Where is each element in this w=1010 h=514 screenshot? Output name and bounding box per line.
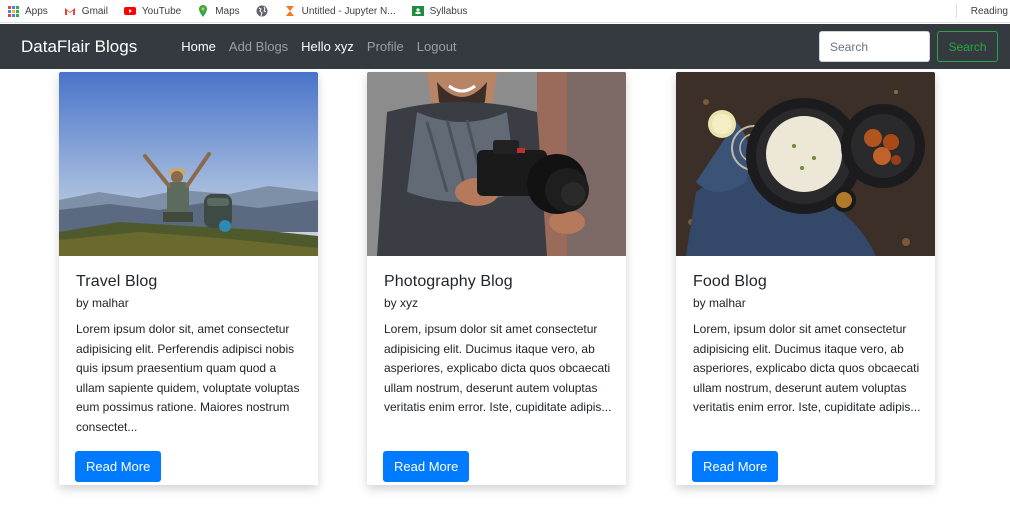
card-text: Lorem ipsum dolor sit, amet consectetur … [76, 322, 300, 434]
card-body: Food Blog by malhar Lorem, ipsum dolor s… [693, 273, 923, 418]
nav-links: Home Add Blogs Hello xyz Profile Logout [181, 39, 456, 54]
search-button[interactable]: Search [937, 31, 998, 62]
card-author: by xyz [384, 296, 419, 310]
bookmark-gmail[interactable]: Gmail [56, 5, 116, 17]
card-body: Travel Blog by malhar Lorem ipsum dolor … [76, 273, 306, 438]
bookmark-globe[interactable] [248, 5, 276, 17]
bookmark-label: Gmail [81, 5, 108, 17]
jupyter-icon [285, 6, 294, 16]
read-more-button[interactable]: Read More [383, 451, 470, 482]
bookmark-label: Maps [215, 5, 240, 17]
nav-link-hello-user[interactable]: Hello xyz [301, 39, 354, 54]
card-author: by malhar [76, 296, 129, 310]
youtube-icon [123, 7, 136, 15]
photographer-with-camera-image [367, 72, 626, 256]
navbar: DataFlair Blogs Home Add Blogs Hello xyz… [0, 24, 1010, 69]
nav-link-add-blogs[interactable]: Add Blogs [229, 39, 288, 54]
reading-list-label: Reading [970, 5, 1008, 17]
search-input[interactable] [819, 31, 930, 62]
bookmark-jupyter[interactable]: Untitled - Jupyter N... [276, 5, 404, 17]
hiker-on-mountain-image [59, 72, 318, 256]
bookmark-syllabus[interactable]: Syllabus [404, 5, 476, 17]
apps-grid-icon [8, 5, 19, 17]
bookmark-maps[interactable]: Maps [189, 5, 247, 17]
nav-link-home[interactable]: Home [181, 39, 216, 54]
blog-card-food: Food Blog by malhar Lorem, ipsum dolor s… [676, 72, 935, 485]
read-more-button[interactable]: Read More [75, 451, 162, 482]
bookmark-label: YouTube [141, 5, 182, 17]
bookmark-apps[interactable]: Apps [0, 5, 56, 17]
card-body: Photography Blog by xyz Lorem, ipsum dol… [384, 273, 614, 418]
nav-link-profile[interactable]: Profile [367, 39, 404, 54]
maps-icon [199, 5, 208, 17]
bookmark-label: Syllabus [429, 5, 468, 17]
brand-logo[interactable]: DataFlair Blogs [21, 37, 137, 57]
rice-and-curry-plates-image [676, 72, 935, 256]
bookmark-label: Untitled - Jupyter N... [301, 5, 396, 17]
card-title[interactable]: Photography Blog [384, 273, 614, 291]
gmail-icon [64, 8, 75, 15]
bookmark-youtube[interactable]: YouTube [116, 5, 189, 17]
nav-link-logout[interactable]: Logout [417, 39, 457, 54]
blog-cards: Travel Blog by malhar Lorem ipsum dolor … [0, 72, 1010, 514]
card-title[interactable]: Travel Blog [76, 273, 306, 291]
card-text: Lorem, ipsum dolor sit amet consectetur … [384, 322, 612, 415]
card-title[interactable]: Food Blog [693, 273, 923, 291]
blog-card-photography: Photography Blog by xyz Lorem, ipsum dol… [367, 72, 626, 485]
card-author: by malhar [693, 296, 746, 310]
globe-icon [256, 5, 268, 17]
card-text: Lorem, ipsum dolor sit amet consectetur … [693, 322, 921, 415]
bookmark-label: Apps [25, 5, 48, 17]
search-form: Search [819, 31, 998, 62]
blog-card-travel: Travel Blog by malhar Lorem ipsum dolor … [59, 72, 318, 485]
reading-list[interactable]: Reading [955, 4, 1010, 18]
read-more-button[interactable]: Read More [692, 451, 779, 482]
bookmarks-bar: Apps Gmail YouTube Maps Untitled - Jupyt… [0, 0, 1010, 23]
classroom-icon [411, 6, 424, 16]
